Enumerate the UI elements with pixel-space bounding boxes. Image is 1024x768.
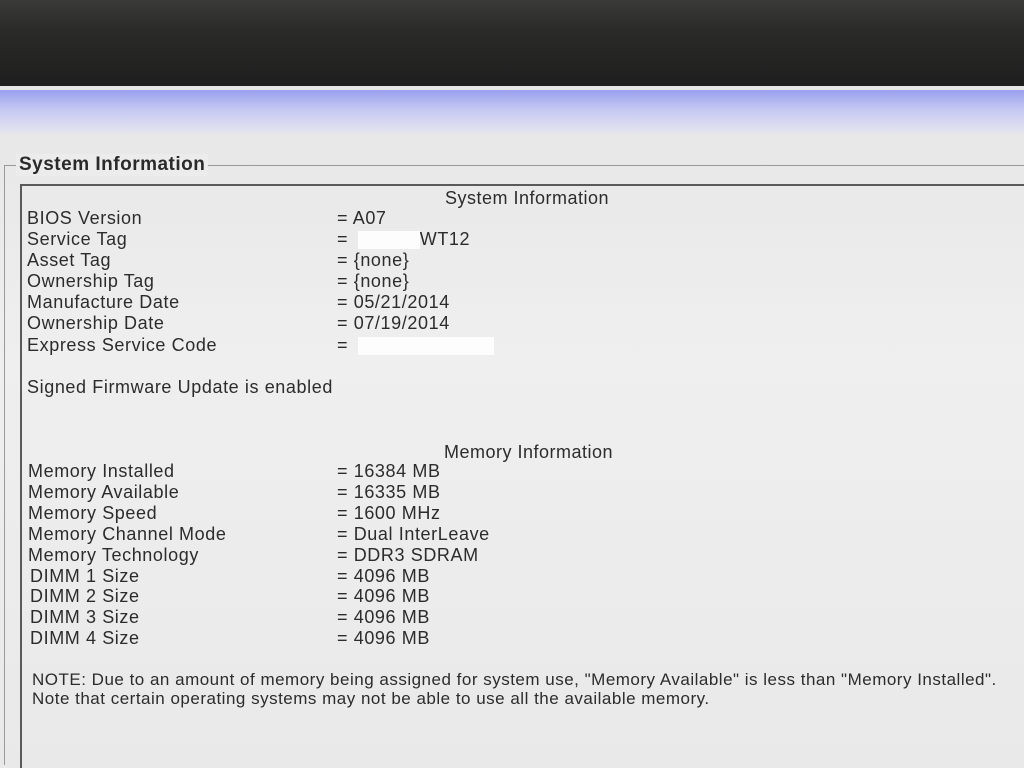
value-prefix: = bbox=[337, 335, 349, 355]
row-value: = 16384 MB bbox=[337, 461, 441, 481]
row-value: = 4096 MB bbox=[337, 628, 430, 648]
row-label: Express Service Code bbox=[27, 335, 218, 355]
title-band bbox=[0, 90, 1024, 134]
row-value: = 1600 MHz bbox=[337, 503, 441, 523]
row-label: BIOS Version bbox=[27, 208, 143, 228]
row-label: Memory Channel Mode bbox=[28, 524, 227, 544]
row-value: = Dual InterLeave bbox=[337, 524, 490, 544]
row-label: DIMM 2 Size bbox=[30, 586, 140, 606]
row-value: = {none} bbox=[337, 250, 410, 270]
memory-note: NOTE: Due to an amount of memory being a… bbox=[32, 670, 997, 708]
row-label: Ownership Date bbox=[27, 313, 165, 333]
row-label: DIMM 3 Size bbox=[30, 607, 140, 627]
group-title: System Information bbox=[16, 154, 209, 176]
row-label: Memory Available bbox=[28, 482, 180, 502]
row-value: = 07/19/2014 bbox=[337, 313, 450, 333]
value-prefix: = bbox=[337, 229, 349, 249]
row-label: Manufacture Date bbox=[27, 292, 180, 312]
value-suffix: WT12 bbox=[419, 229, 471, 249]
row-value: = bbox=[337, 335, 494, 356]
row-value: = 16335 MB bbox=[337, 482, 441, 502]
group-frame-left bbox=[4, 165, 5, 765]
row-label: Memory Speed bbox=[28, 503, 158, 523]
redaction-box bbox=[357, 337, 494, 356]
monitor-bezel bbox=[0, 0, 1024, 88]
row-value: = 4096 MB bbox=[337, 566, 430, 586]
row-label: Memory Technology bbox=[28, 545, 199, 565]
row-label: DIMM 4 Size bbox=[30, 628, 140, 648]
row-value: = {none} bbox=[337, 271, 410, 291]
row-value: = 4096 MB bbox=[337, 586, 430, 606]
redaction-box bbox=[357, 231, 420, 250]
row-label: Ownership Tag bbox=[27, 271, 155, 291]
system-info-heading: System Information bbox=[445, 188, 610, 208]
row-label: Memory Installed bbox=[28, 461, 175, 481]
bios-screen: System Information System Information BI… bbox=[0, 86, 1024, 768]
memory-info-heading: Memory Information bbox=[444, 442, 614, 462]
row-value: = 4096 MB bbox=[337, 607, 430, 627]
row-value: = WT12 bbox=[337, 229, 470, 250]
row-label: Asset Tag bbox=[27, 250, 112, 270]
firmware-status-text: Signed Firmware Update is enabled bbox=[27, 377, 333, 397]
row-value: = 05/21/2014 bbox=[337, 292, 450, 312]
row-value: = A07 bbox=[337, 208, 387, 228]
row-label: Service Tag bbox=[27, 229, 128, 249]
row-value: = DDR3 SDRAM bbox=[337, 545, 479, 565]
row-label: DIMM 1 Size bbox=[30, 566, 140, 586]
